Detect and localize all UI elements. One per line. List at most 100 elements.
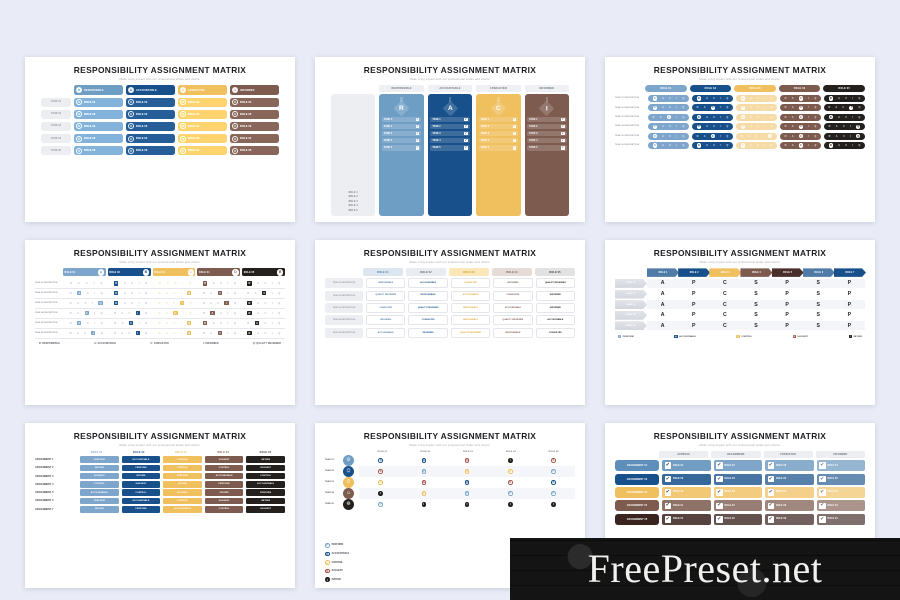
assignment-cell[interactable]: X ROLE 04 (178, 145, 227, 156)
checkbox-cell[interactable]: ✔ ROLE 01 (662, 500, 711, 512)
assignment-cell[interactable]: QUALITY REVIEWER (535, 278, 576, 289)
checkbox-cell[interactable]: ✔ ROLE 04 (816, 500, 865, 512)
raciq-pill[interactable]: RACIQ (692, 123, 733, 131)
marker-cell[interactable]: I (532, 502, 575, 507)
raciq-pill[interactable]: RACIQ (692, 132, 733, 140)
assignment-cell[interactable]: ACCOUNTABLE (163, 505, 202, 513)
checkbox[interactable]: ✓ (464, 125, 468, 129)
assignment-cell[interactable]: SUGGEST (204, 497, 244, 505)
raciq-cell[interactable]: RACIQ (243, 319, 285, 328)
marker-cell[interactable]: S (489, 480, 532, 485)
raciq-pill[interactable]: RACIQ (824, 123, 865, 131)
raciq-pill[interactable]: RACIQ (648, 141, 689, 149)
slide-6-header-chevron[interactable]: ROLE 3 (709, 268, 741, 277)
task-row[interactable]: TASK 3 ✓ (381, 130, 422, 137)
checkbox[interactable]: ✓ (415, 125, 420, 129)
slide-6-header-chevron[interactable]: ROLE 2 (678, 268, 710, 277)
assignment-cell[interactable]: X ROLE 04 (178, 109, 227, 120)
checkbox[interactable]: ✓ (560, 146, 565, 150)
raciq-cell[interactable]: RACIQ (243, 309, 285, 318)
assignment-cell[interactable]: INFORM (121, 472, 161, 480)
raciq-cell[interactable]: RACIQ (198, 329, 240, 338)
assignment-cell[interactable]: CONSULTED (535, 327, 576, 338)
checkbox[interactable]: ✓ (512, 118, 517, 122)
assignment-cell[interactable]: ACCOUNTABLE (121, 456, 161, 463)
assignment-cell[interactable]: CONSULTED (366, 303, 406, 314)
assignment-cell[interactable]: X ROLE 04 (126, 133, 175, 144)
marker-cell[interactable]: A (359, 458, 402, 463)
letter-column[interactable]: I TASK 1 ✓ TASK 2 ✓ TASK 3 ✓ TASK 4 ✓ TASK 5 ✓ (524, 93, 570, 216)
checkbox[interactable]: ✓ (512, 146, 517, 150)
assignment-cell[interactable]: ACCOUNTABLE (408, 278, 448, 289)
checkbox[interactable]: ✓ (512, 125, 517, 129)
raciq-cell[interactable]: RACIQ (154, 289, 196, 298)
assignment-cell[interactable]: CONTROL (163, 497, 202, 505)
assignment-cell[interactable]: X ROLE 02 (126, 109, 175, 120)
slide-6-header-chevron[interactable]: ROLE 4 (740, 268, 772, 277)
checkbox[interactable]: ✓ (415, 146, 420, 150)
checkbox-cell[interactable]: ✔ ROLE 04 (713, 486, 762, 498)
raciq-pill[interactable]: RACIQ (736, 95, 777, 103)
assignment-cell[interactable]: X ROLE 03 (74, 109, 123, 120)
slide-5-header-cell[interactable]: ROLE 04 (492, 268, 532, 276)
raciq-cell[interactable]: RACIQ (154, 309, 196, 318)
marker-cell[interactable]: S (402, 480, 445, 485)
raciq-pill[interactable]: RACIQ (824, 141, 865, 149)
slide-5-header-cell[interactable]: ROLE 02 (406, 268, 446, 276)
assignment-cell[interactable]: X ROLE 02 (126, 97, 175, 108)
marker-cell[interactable]: I (359, 491, 402, 496)
raciq-cell[interactable]: RACIQ (154, 319, 196, 328)
assignment-cell[interactable]: INFORM (246, 497, 285, 505)
checkbox[interactable]: ✓ (464, 118, 468, 122)
checkbox-cell[interactable]: ✔ ROLE 01 (662, 513, 711, 525)
assignment-cell[interactable]: CONSULTED (450, 278, 491, 289)
assignment-label[interactable]: ASSIGNMENT 05 (615, 513, 659, 525)
assignment-cell[interactable]: SUGGEST (204, 456, 244, 463)
marker-cell[interactable]: I (445, 502, 488, 507)
raciq-cell[interactable]: RACIQ (65, 329, 107, 338)
slide-1-header-cell[interactable]: R RESPONSIBLE (74, 85, 123, 95)
slide-5-header-cell[interactable]: ROLE 03 (449, 268, 489, 276)
slide-6-header-chevron[interactable]: ROLE 5 (772, 268, 804, 277)
assignment-cell[interactable]: PERFORM (80, 456, 119, 463)
slide-6-header-chevron[interactable]: ROLE 1 (647, 268, 679, 277)
assignment-cell[interactable]: INFORMED (535, 290, 576, 301)
checkbox[interactable]: ✓ (560, 118, 565, 122)
assignment-cell[interactable]: CONSULTED (408, 315, 448, 326)
assignment-cell[interactable]: INFORM (80, 464, 119, 472)
marker-cell[interactable]: P (359, 502, 402, 507)
assignment-cell[interactable]: INFORMED (535, 303, 576, 314)
raciq-pill[interactable]: RACIQ (780, 123, 821, 131)
raciq-cell[interactable]: RACIQ (65, 299, 107, 308)
assignment-cell[interactable]: SUGGEST (246, 505, 285, 513)
letter-column[interactable]: R TASK 1 ✓ TASK 2 ✓ TASK 3 ✓ TASK 4 ✓ TASK 5 ✓ (379, 93, 424, 216)
assignment-cell[interactable]: CONTROL (246, 472, 285, 480)
marker-cell[interactable]: A (402, 458, 445, 463)
marker-cell[interactable]: C (359, 480, 402, 485)
slide-3[interactable]: RESPONSIBILITY ASSIGNMENT MATRIX Make a … (605, 57, 875, 222)
slide-1-header-cell[interactable]: I INFORMED (230, 85, 279, 95)
assignment-cell[interactable]: X ROLE 04 (230, 133, 279, 144)
task-row[interactable]: TASK 4 ✓ (381, 137, 422, 144)
checkbox[interactable]: ✓ (512, 139, 517, 143)
raciq-cell[interactable]: RACIQ (198, 319, 240, 328)
checkbox[interactable]: ✓ (512, 132, 517, 136)
task-row[interactable]: TASK 1 ✓ (527, 116, 567, 123)
marker-cell[interactable]: P (402, 469, 445, 474)
raciq-pill[interactable]: RACIQ (736, 132, 777, 140)
marker-cell[interactable]: A (445, 480, 488, 485)
assignment-cell[interactable]: X ROLE 03 (230, 121, 279, 132)
raciq-pill[interactable]: RACIQ (648, 123, 689, 131)
checkbox-cell[interactable]: ✔ ROLE 02 (713, 500, 762, 512)
assignment-cell[interactable]: INFORMED (366, 315, 406, 326)
task-row[interactable]: TASK 4 ✓ (527, 137, 567, 144)
raciq-pill[interactable]: RACIQ (692, 95, 733, 103)
checkbox-cell[interactable]: ✔ ROLE 03 (713, 473, 762, 485)
slide-5[interactable]: RESPONSIBILITY ASSIGNMENT MATRIX Make a … (315, 240, 585, 405)
assignment-cell[interactable]: SUGGEST (80, 472, 119, 480)
assignment-cell[interactable]: X ROLE 02 (74, 145, 123, 156)
slide-1-header-cell[interactable]: A ACCOUNTABLE (126, 85, 175, 95)
raciq-cell[interactable]: RACIQ (65, 309, 107, 318)
checkbox[interactable]: ✓ (415, 118, 420, 122)
task-row[interactable]: TASK 2 ✓ (478, 123, 519, 130)
